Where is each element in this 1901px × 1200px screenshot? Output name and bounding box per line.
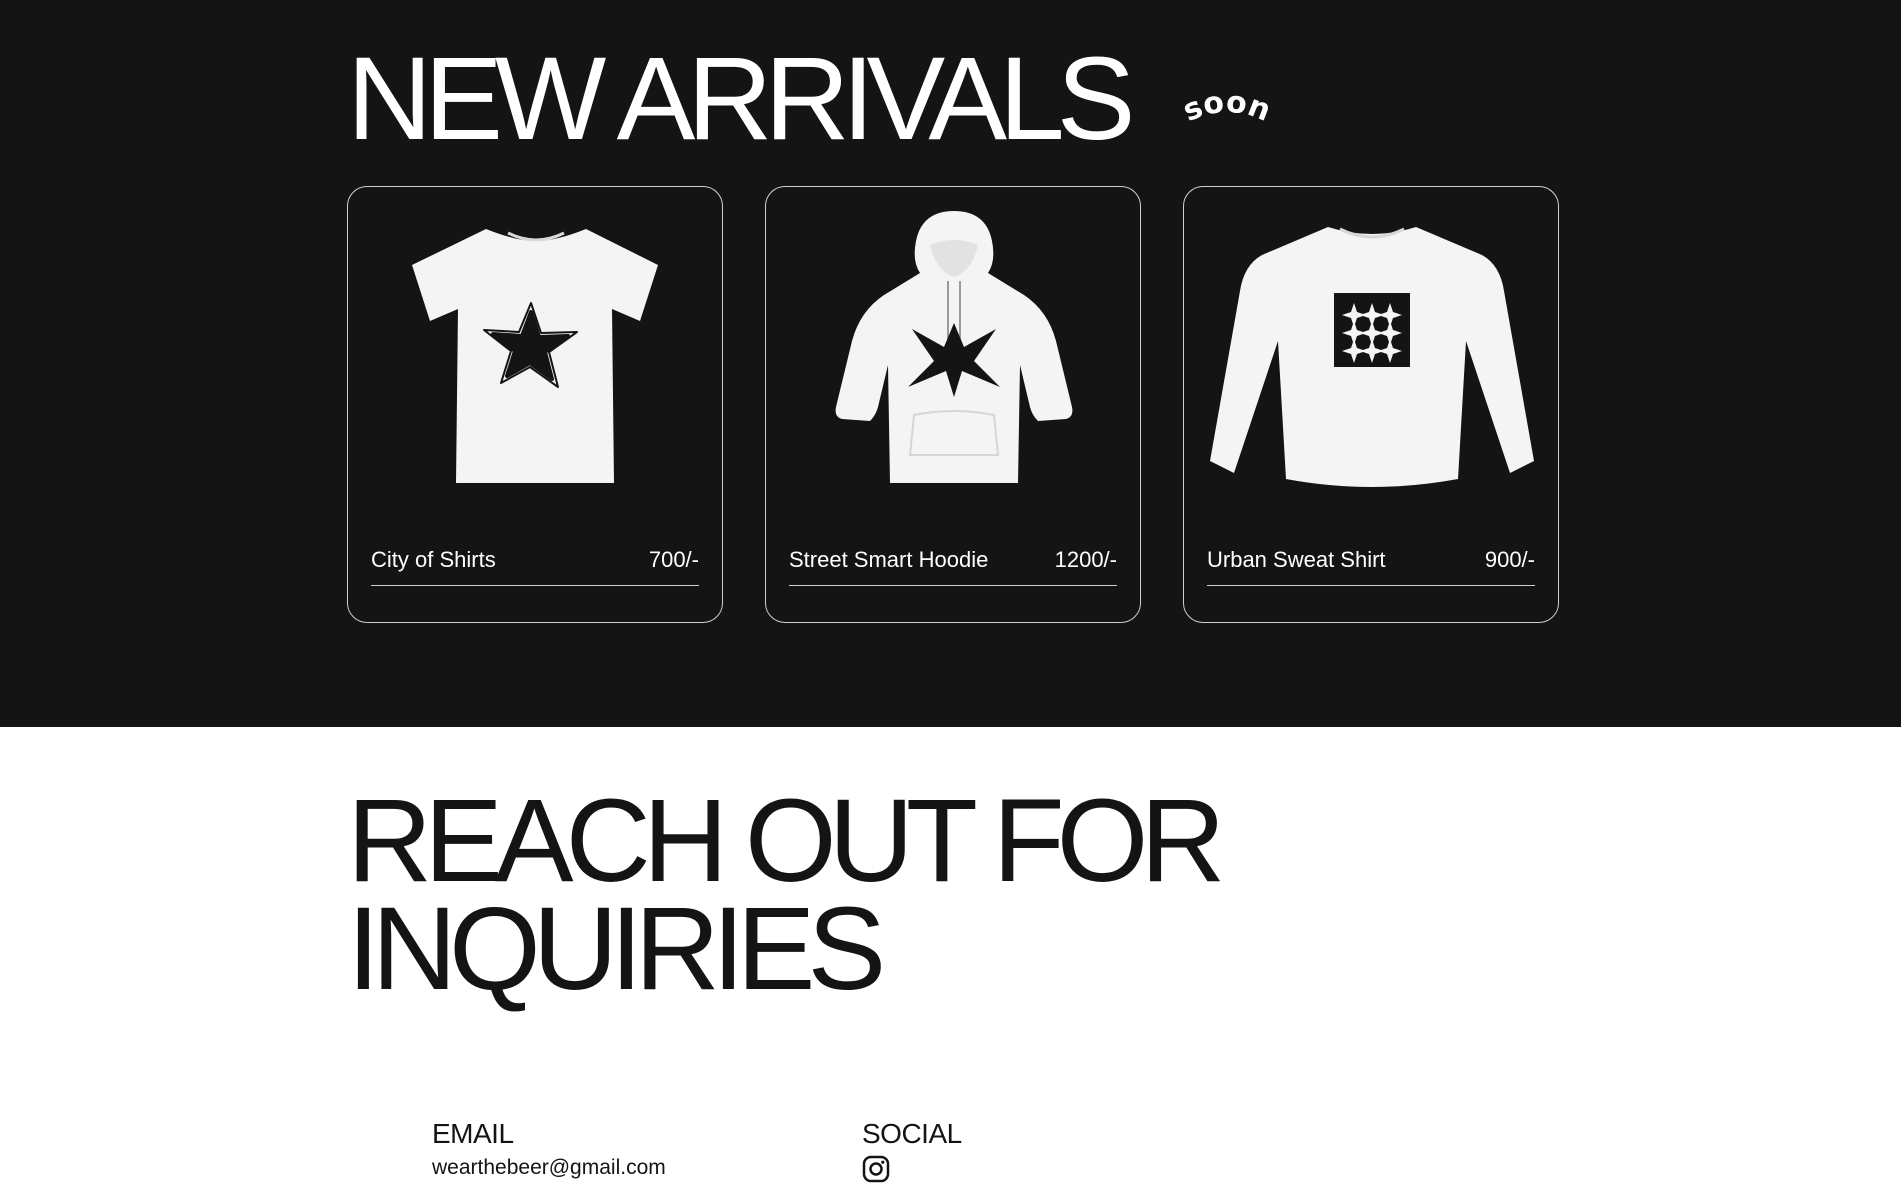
reach-out-title-line-1: REACH OUT FOR xyxy=(347,775,1226,907)
social-heading: SOCIAL xyxy=(862,1118,962,1149)
product-card-city-of-shirts[interactable]: City of Shirts 700/- xyxy=(347,186,723,623)
new-arrivals-title: NEW ARRIVALS xyxy=(347,33,1135,165)
product-price: 900/- xyxy=(1484,547,1535,572)
email-link[interactable]: wearthebeer@gmail.com xyxy=(432,1156,666,1180)
reach-out-title-line-2: INQUIRIES xyxy=(347,883,886,1015)
product-name[interactable]: Street Smart Hoodie xyxy=(789,547,988,573)
email-heading: EMAIL xyxy=(432,1118,514,1149)
svg-text:soon: soon xyxy=(1178,88,1275,129)
product-card-street-smart-hoodie[interactable]: Street Smart Hoodie 1200/- xyxy=(765,186,1141,623)
product-divider xyxy=(371,585,699,586)
new-arrivals-section: NEW ARRIVALS soon City of Shirts 700/- S… xyxy=(0,0,1901,727)
instagram-icon[interactable] xyxy=(862,1155,890,1183)
product-divider xyxy=(1207,585,1535,586)
tshirt-image[interactable] xyxy=(368,211,704,487)
soon-badge: soon xyxy=(1172,88,1282,140)
product-price: 1200/- xyxy=(1054,547,1117,572)
sweatshirt-image[interactable] xyxy=(1204,211,1540,487)
product-price: 700/- xyxy=(648,547,699,572)
product-card-urban-sweat-shirt[interactable]: Urban Sweat Shirt 900/- xyxy=(1183,186,1559,623)
product-divider xyxy=(789,585,1117,586)
soon-badge-text: soon xyxy=(1178,88,1275,129)
product-name[interactable]: City of Shirts xyxy=(371,547,496,573)
hoodie-image[interactable] xyxy=(786,211,1122,487)
reach-out-title: REACH OUT FOR INQUIRIES xyxy=(347,775,1226,1015)
product-name[interactable]: Urban Sweat Shirt xyxy=(1207,547,1386,573)
